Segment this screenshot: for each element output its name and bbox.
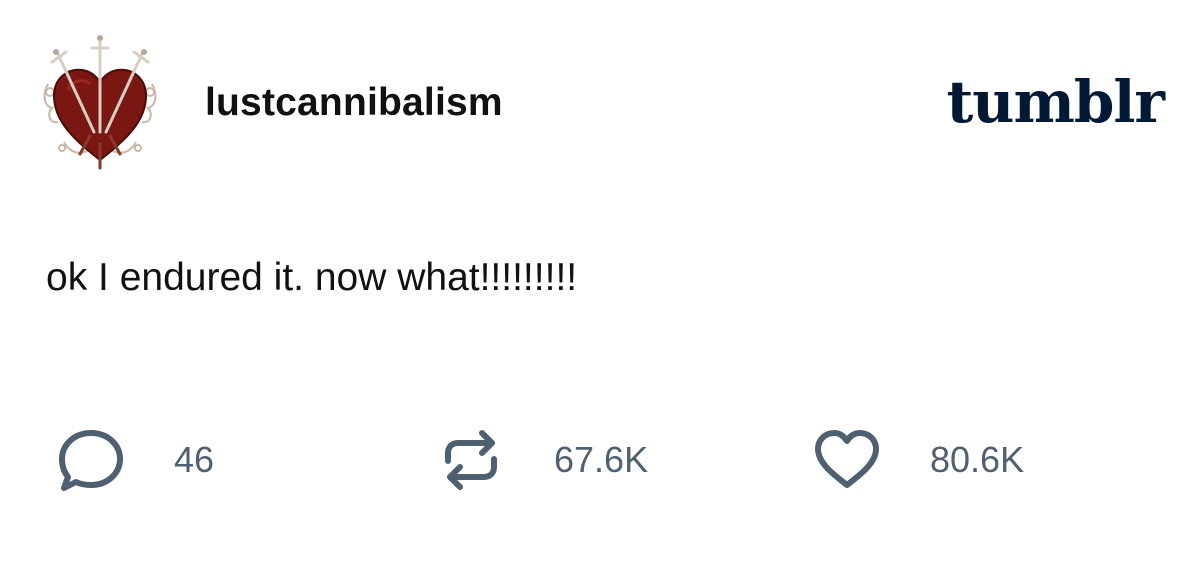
reblog-icon bbox=[436, 425, 506, 495]
tumblr-logo: tumblr bbox=[946, 68, 1165, 136]
avatar[interactable] bbox=[40, 32, 160, 170]
reblog-button[interactable]: 67.6K bbox=[436, 424, 648, 496]
like-button[interactable]: 80.6K bbox=[812, 424, 1024, 496]
comments-count: 46 bbox=[174, 439, 215, 480]
tumblr-post: lustcannibalism tumblr ok I endured it. … bbox=[0, 0, 1200, 570]
likes-count: 80.6K bbox=[930, 439, 1025, 480]
sacred-heart-swords-icon bbox=[43, 35, 157, 170]
reblogs-count: 67.6K bbox=[554, 439, 649, 480]
heart-icon bbox=[812, 425, 882, 495]
comments-button[interactable]: 46 bbox=[56, 424, 214, 496]
username[interactable]: lustcannibalism bbox=[205, 78, 503, 128]
speech-bubble-icon bbox=[56, 425, 126, 495]
post-text: ok I endured it. now what!!!!!!!!! bbox=[46, 256, 578, 299]
